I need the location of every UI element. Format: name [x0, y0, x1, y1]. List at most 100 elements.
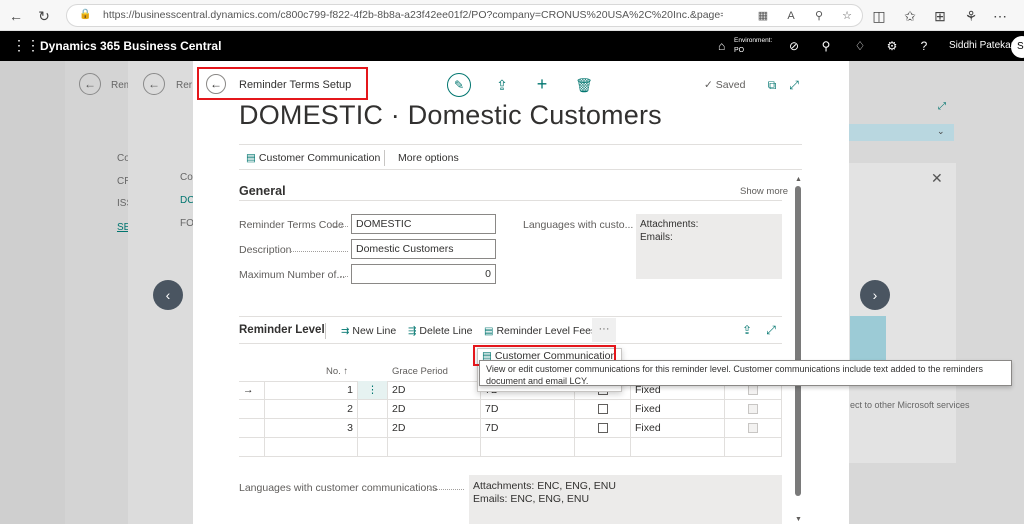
saved-label: Saved [715, 79, 746, 91]
url-text: https://businesscentral.dynamics.com/c80… [103, 9, 723, 21]
description-field[interactable]: Domestic Customers [351, 239, 496, 259]
help-icon[interactable]: ? [916, 38, 932, 54]
environment-indicator[interactable]: ⌂ Environment: PO [718, 35, 778, 57]
empty-cell[interactable] [388, 438, 481, 457]
extensions-icon[interactable]: ⚘ [961, 6, 981, 26]
page-caption: Reminder Terms Setup [239, 79, 352, 91]
back-button[interactable]: ← [206, 74, 226, 94]
table-cell-fee-type[interactable]: Fixed [631, 419, 725, 438]
description-label: Description [239, 244, 292, 256]
table-cell-due[interactable]: 7D [481, 419, 575, 438]
back-icon[interactable]: ← [6, 6, 26, 26]
next-arrow-icon[interactable]: › [860, 280, 890, 310]
favorite-icon[interactable]: ☆ [839, 8, 855, 24]
more-options-action[interactable]: More options [398, 152, 459, 164]
extension-icon[interactable]: ⚲ [811, 8, 827, 24]
row-selector[interactable]: → [239, 381, 265, 400]
table-cell-fee-type[interactable]: Fixed [631, 400, 725, 419]
refresh-icon[interactable]: ↻ [34, 6, 54, 26]
new-icon[interactable]: + [532, 74, 552, 94]
previous-arrow-icon[interactable]: ‹ [153, 280, 183, 310]
app-name: Dynamics 365 Business Central [40, 39, 222, 53]
reminder-level-fees-action[interactable]: ▤ Reminder Level Fees [484, 325, 596, 337]
favorites-icon[interactable]: ✩ [900, 6, 920, 26]
copilot-icon[interactable]: ⊘ [786, 38, 802, 54]
languages-label[interactable]: Languages with custo... [523, 219, 633, 231]
empty-cell[interactable] [265, 438, 358, 457]
user-name[interactable]: Siddhi Patekar [949, 40, 1014, 51]
new-line-label: New Line [352, 325, 397, 337]
bottom-emails: Emails: ENC, ENG, ENU [473, 493, 590, 505]
table-cell-menu[interactable] [358, 419, 388, 438]
empty-cell[interactable] [481, 438, 575, 457]
empty-cell[interactable] [358, 438, 388, 457]
collections-icon[interactable]: ⊞ [930, 6, 950, 26]
avatar[interactable]: S [1011, 36, 1024, 58]
attachments-box[interactable]: Attachments: Emails: [636, 214, 782, 279]
row-selector[interactable] [239, 400, 265, 419]
table-cell-grace[interactable]: 2D [388, 381, 481, 400]
new-line-action[interactable]: ⇉ New Line [341, 325, 396, 337]
bottom-attachments-box[interactable]: Attachments: ENC, ENG, ENU Emails: ENC, … [469, 475, 782, 524]
table-cell-no[interactable]: 1 [265, 381, 358, 400]
more-icon[interactable]: ⋯ [990, 6, 1010, 26]
scroll-up-icon[interactable]: ▲ [795, 176, 802, 183]
expand-icon[interactable]: ⤢ [784, 75, 804, 95]
customer-communication-action[interactable]: ▤ Customer Communication [246, 152, 380, 164]
fees-icon: ▤ [484, 326, 494, 337]
reader-icon[interactable]: ▦ [755, 8, 771, 24]
share-icon[interactable]: ⇪ [492, 75, 512, 95]
delete-icon[interactable]: 🗑 [574, 75, 594, 95]
read-aloud-icon[interactable]: A [783, 8, 799, 24]
more-actions-button[interactable]: ··· [592, 318, 616, 342]
app-header: ⋮⋮ Dynamics 365 Business Central ⌂ Envir… [0, 31, 1024, 61]
waffle-icon[interactable]: ⋮⋮ [12, 38, 40, 52]
table-cell-checkbox[interactable] [575, 419, 631, 438]
table-cell-menu[interactable] [358, 400, 388, 419]
arrow-right-icon: → [243, 384, 254, 396]
split-screen-icon[interactable]: ◫ [869, 6, 889, 26]
table-cell-due[interactable]: 7D [481, 400, 575, 419]
scrollbar-thumb[interactable] [795, 186, 801, 496]
table-cell-no[interactable]: 3 [265, 419, 358, 438]
empty-cell[interactable] [725, 438, 782, 457]
reminder-terms-code-field[interactable]: DOMESTIC [351, 214, 496, 234]
empty-cell[interactable] [631, 438, 725, 457]
address-bar[interactable]: 🔒 https://businesscentral.dynamics.com/c… [66, 4, 863, 27]
table-cell-no[interactable]: 2 [265, 400, 358, 419]
expand-subpage-icon[interactable]: ⤢ [761, 320, 781, 340]
share-subpage-icon[interactable]: ⇪ [737, 320, 757, 340]
scroll-down-icon[interactable]: ▼ [795, 516, 802, 523]
column-header-no[interactable]: No. ↑ [326, 366, 348, 377]
bottom-languages-label: Languages with customer communications [239, 482, 438, 494]
checkbox[interactable] [597, 423, 608, 434]
row-selector[interactable] [239, 438, 265, 457]
table-cell-checkbox[interactable] [575, 400, 631, 419]
reminder-terms-code-label: Reminder Terms Code [239, 219, 344, 231]
open-new-window-icon[interactable]: ⧉ [762, 75, 782, 95]
notification-icon[interactable]: ♢ [852, 38, 868, 54]
attachments-label: Attachments: [640, 219, 699, 230]
bg2-code-2: FO [180, 218, 194, 229]
max-reminders-field[interactable]: 0 [351, 264, 496, 284]
row-menu-icon[interactable]: ⋮ [358, 381, 388, 400]
reminder-level-title[interactable]: Reminder Level [239, 324, 325, 336]
checkbox[interactable] [597, 404, 608, 415]
empty-cell[interactable] [575, 438, 631, 457]
edit-icon[interactable]: ✎ [447, 73, 471, 97]
action-separator [384, 150, 385, 166]
general-section-title[interactable]: General [239, 184, 286, 198]
column-header-grace-period[interactable]: Grace Period [392, 366, 448, 377]
bottom-attachments: Attachments: ENC, ENG, ENU [473, 480, 616, 492]
settings-icon[interactable]: ⚙ [884, 38, 900, 54]
delete-line-icon: ⇶ [408, 326, 417, 337]
show-more-link[interactable]: Show more [740, 186, 788, 197]
table-cell-grace[interactable]: 2D [388, 419, 481, 438]
delete-line-action[interactable]: ⇶ Delete Line [408, 325, 473, 337]
search-icon[interactable]: ⚲ [818, 38, 834, 54]
communication-icon: ▤ [246, 152, 256, 164]
table-cell-disabled-checkbox [725, 419, 782, 438]
reminder-level-fees-label: Reminder Level Fees [496, 325, 597, 337]
row-selector[interactable] [239, 419, 265, 438]
table-cell-grace[interactable]: 2D [388, 400, 481, 419]
